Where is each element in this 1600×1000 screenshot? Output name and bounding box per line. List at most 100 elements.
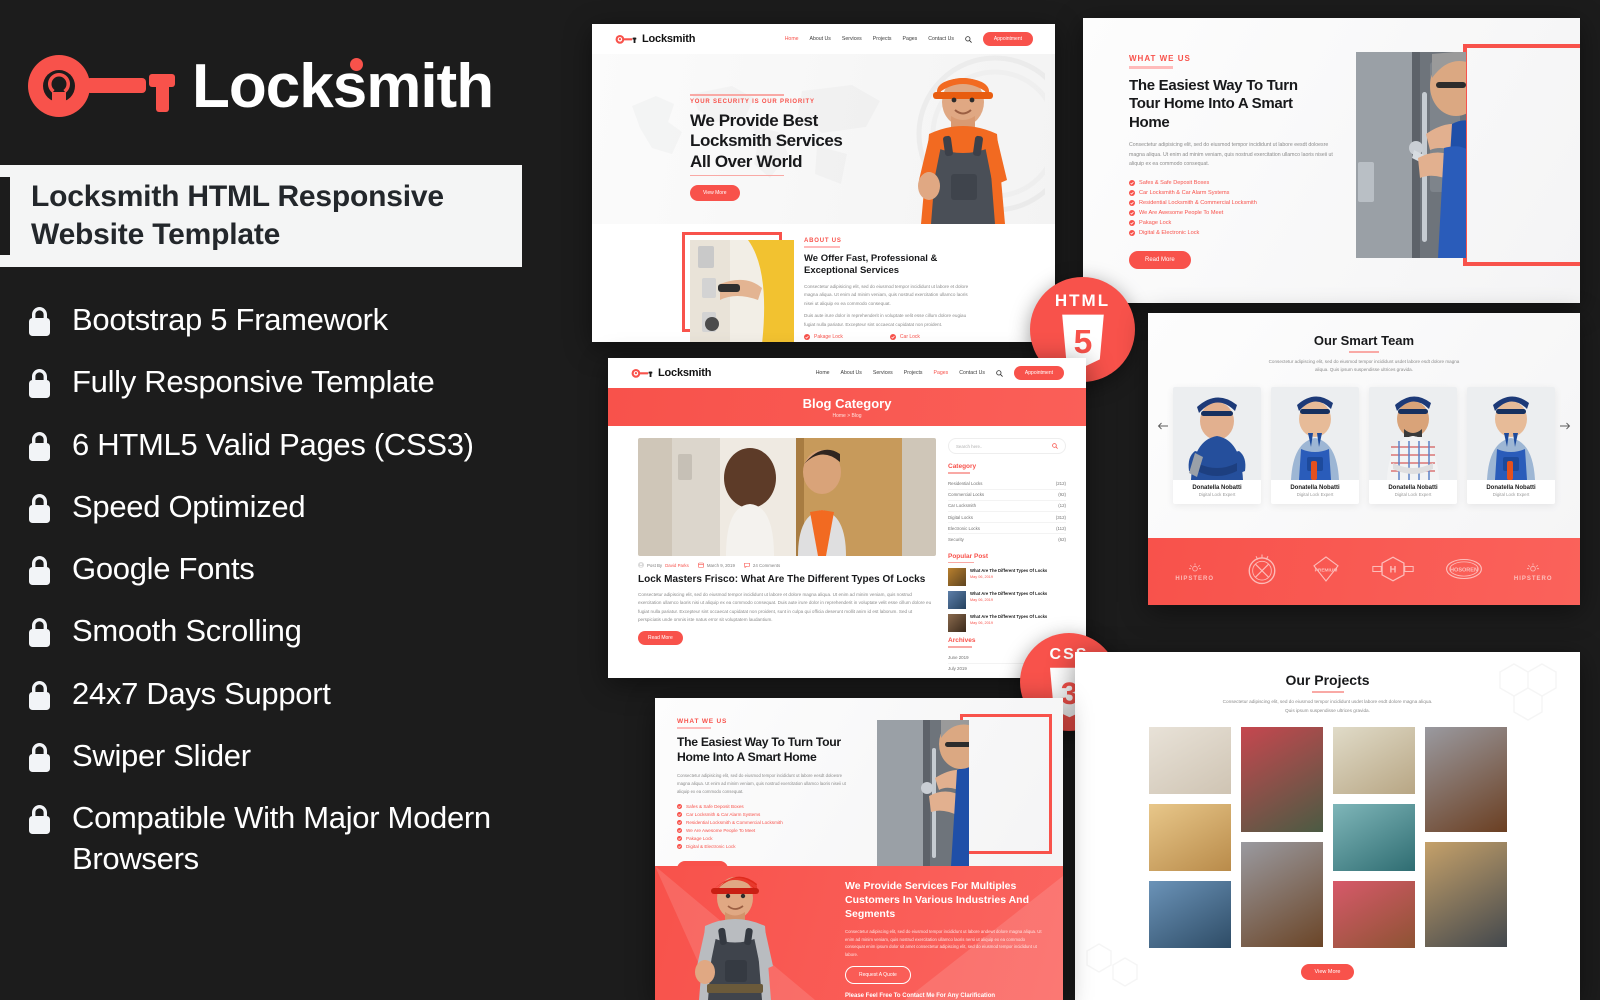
team-member-card[interactable]: Donatella Nobatti Digital Lock Expert bbox=[1369, 386, 1457, 504]
project-thumb[interactable] bbox=[1424, 842, 1507, 948]
nav-item-services[interactable]: Services bbox=[842, 36, 862, 42]
hero-view-more-button[interactable]: View More bbox=[690, 185, 740, 202]
feature-list: Bootstrap 5 Framework Fully Responsive T… bbox=[27, 300, 547, 879]
blog-popular-thumb bbox=[948, 568, 966, 587]
about-heading: We Offer Fast, Professional & Exceptiona… bbox=[804, 253, 938, 277]
screenshot-home-page[interactable]: Locksmith Home About Us Services Project… bbox=[592, 24, 1055, 342]
arrow-left-icon[interactable] bbox=[1157, 421, 1169, 431]
nav-item-about-us[interactable]: About Us bbox=[810, 36, 831, 42]
blog-category-item[interactable]: Car Locksmith (12) bbox=[948, 501, 1066, 513]
screenshot-team-page[interactable]: Our Smart Team Consectetur adipiscing el… bbox=[1148, 313, 1580, 605]
hex-pattern-decor bbox=[1086, 943, 1138, 987]
project-thumb[interactable] bbox=[1332, 881, 1415, 949]
blog-category-item[interactable]: Electronic Locks (112) bbox=[948, 523, 1066, 535]
screenshot-services-page[interactable]: WHAT WE US The Easiest Way To Turn Tour … bbox=[655, 698, 1063, 1000]
nav-item-contact-us[interactable]: Contact Us bbox=[959, 370, 985, 376]
what-we-us-read-more-button[interactable]: Read More bbox=[1129, 250, 1191, 269]
what-we-us-check-item: Digital & Electronic Lock bbox=[1129, 229, 1329, 236]
blog-popular-item[interactable]: What Are The Different Types Of Locks May… bbox=[948, 614, 1066, 633]
blog-popular-list: What Are The Different Types Of Locks May… bbox=[948, 568, 1066, 633]
search-icon[interactable] bbox=[965, 35, 972, 43]
appointment-button[interactable]: Appointment bbox=[1013, 366, 1064, 380]
nav-item-pages[interactable]: Pages bbox=[934, 370, 949, 376]
feature-label: Fully Responsive Template bbox=[72, 364, 435, 400]
nav-item-projects[interactable]: Projects bbox=[904, 370, 923, 376]
nav-item-home[interactable]: Home bbox=[785, 36, 799, 42]
blog-popular-item[interactable]: What Are The Different Types Of Locks May… bbox=[948, 568, 1066, 587]
screenshot-blog-page[interactable]: Locksmith Home About Us Services Project… bbox=[608, 358, 1086, 678]
project-thumb[interactable] bbox=[1148, 804, 1231, 872]
check-circle-icon bbox=[1129, 229, 1135, 236]
team-member-name: Donatella Nobatti bbox=[1388, 484, 1438, 491]
arrow-right-icon[interactable] bbox=[1559, 421, 1571, 431]
nav-item-home[interactable]: Home bbox=[816, 370, 830, 376]
team-member-name: Donatella Nobatti bbox=[1192, 484, 1242, 491]
project-thumb[interactable] bbox=[1148, 881, 1231, 949]
nav-item-projects[interactable]: Projects bbox=[873, 36, 892, 42]
project-thumb[interactable] bbox=[1240, 727, 1323, 833]
about-photo bbox=[690, 240, 794, 342]
projects-gallery bbox=[1075, 727, 1580, 949]
check-circle-icon bbox=[677, 843, 682, 849]
blog-search-input[interactable]: Search here.. bbox=[956, 444, 982, 449]
what-we-us-check-label: We Are Awesome People To Meet bbox=[686, 827, 756, 833]
feature-label: Swiper Slider bbox=[72, 738, 251, 774]
project-thumb[interactable] bbox=[1332, 727, 1415, 795]
blog-popular-item[interactable]: What Are The Different Types Of Locks May… bbox=[948, 591, 1066, 610]
blog-category-item[interactable]: Digital Locks (312) bbox=[948, 512, 1066, 524]
what-we-us-check-label: Residential Locksmith & Commercial Locks… bbox=[1139, 199, 1257, 206]
navbar-logo[interactable]: Locksmith bbox=[614, 33, 695, 45]
blog-category-count: (62) bbox=[1058, 537, 1066, 543]
appointment-button[interactable]: Appointment bbox=[982, 32, 1033, 46]
nav-item-contact-us[interactable]: Contact Us bbox=[928, 36, 954, 42]
what-we-us-check-label: Car Locksmith & Car Alarm Systems bbox=[1139, 189, 1230, 196]
project-thumb[interactable] bbox=[1332, 804, 1415, 872]
cta-heading: We Provide Services For Multiples Custom… bbox=[845, 880, 1029, 920]
project-thumb[interactable] bbox=[1148, 727, 1231, 795]
lock-icon bbox=[29, 743, 50, 773]
what-we-us-check-label: Safes & Safe Deposit Boxes bbox=[1139, 179, 1210, 186]
blog-post-author-label: Post By bbox=[647, 562, 663, 568]
search-icon[interactable] bbox=[1052, 443, 1058, 449]
hex-pattern-decor bbox=[1499, 663, 1557, 721]
what-we-us-check-item: We Are Awesome People To Meet bbox=[677, 827, 847, 833]
team-member-card[interactable]: Donatella Nobatti Digital Lock Expert bbox=[1467, 386, 1555, 504]
project-thumb[interactable] bbox=[1424, 727, 1507, 833]
page-title: Locksmith HTML Responsive Website Templa… bbox=[0, 165, 522, 267]
what-we-us-copy: WHAT WE US The Easiest Way To Turn Tour … bbox=[677, 718, 847, 877]
hero-eyebrow: YOUR SECURITY IS OUR PRIORITY bbox=[690, 98, 815, 105]
cta-request-quote-button[interactable]: Request A Quote bbox=[845, 966, 911, 985]
key-icon bbox=[28, 55, 175, 117]
blog-search-box[interactable]: Search here.. bbox=[948, 438, 1066, 454]
blog-category-item[interactable]: Residential Locks (212) bbox=[948, 479, 1066, 490]
nav-item-pages[interactable]: Pages bbox=[903, 36, 918, 42]
screenshot-what-we-us[interactable]: WHAT WE US The Easiest Way To Turn Tour … bbox=[1083, 18, 1580, 303]
nav-item-about-us[interactable]: About Us bbox=[841, 370, 862, 376]
blog-post-title[interactable]: Lock Masters Frisco: What Are The Differ… bbox=[638, 573, 936, 586]
projects-section: Our Projects Consectetur adipiscing elit… bbox=[1075, 652, 1580, 1000]
feature-item: Bootstrap 5 Framework bbox=[27, 300, 547, 340]
what-we-us-check-label: Safes & Safe Deposit Boxes bbox=[686, 803, 744, 809]
team-member-role: Digital Lock Expert bbox=[1198, 491, 1236, 497]
blog-post-author[interactable]: David Parks bbox=[665, 563, 689, 568]
sunburst-icon bbox=[1527, 562, 1540, 571]
team-member-photo bbox=[1173, 386, 1261, 480]
search-icon[interactable] bbox=[996, 369, 1003, 377]
project-thumb[interactable] bbox=[1240, 842, 1323, 948]
blog-category-item[interactable]: Security (62) bbox=[948, 534, 1066, 544]
team-member-photo bbox=[1467, 386, 1555, 480]
team-member-card[interactable]: Donatella Nobatti Digital Lock Expert bbox=[1173, 386, 1261, 504]
check-circle-icon bbox=[889, 334, 896, 341]
premium-shield-icon: PREMIUM bbox=[1312, 556, 1339, 582]
blog-category-label: Electronic Locks bbox=[948, 525, 980, 531]
blog-archive-label: June 2019 bbox=[948, 655, 969, 661]
blog-post-read-more-button[interactable]: Read More bbox=[638, 630, 683, 645]
team-member-card[interactable]: Donatella Nobatti Digital Lock Expert bbox=[1271, 386, 1359, 504]
screenshot-projects-page[interactable]: Our Projects Consectetur adipiscing elit… bbox=[1075, 652, 1580, 1000]
blog-category-label: Car Locksmith bbox=[948, 503, 977, 509]
navbar-logo[interactable]: Locksmith bbox=[630, 367, 711, 379]
blog-category-item[interactable]: Commercial Locks (92) bbox=[948, 490, 1066, 501]
check-circle-icon bbox=[804, 334, 810, 341]
projects-view-more-button[interactable]: View More bbox=[1300, 964, 1355, 981]
nav-item-services[interactable]: Services bbox=[873, 370, 893, 376]
